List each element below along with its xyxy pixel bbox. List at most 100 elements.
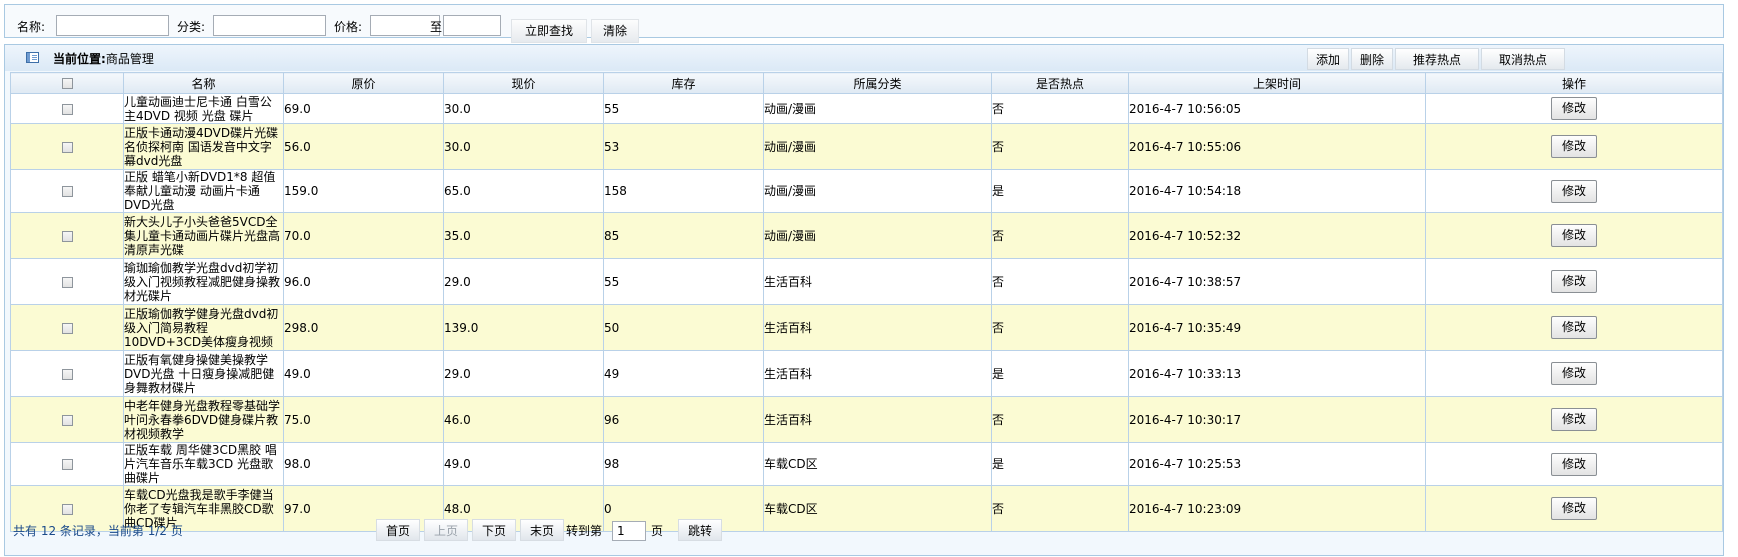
goto-label: 转到第 bbox=[566, 524, 603, 538]
goto-page-input[interactable] bbox=[612, 521, 646, 541]
stock-cell: 98 bbox=[603, 442, 764, 486]
next-page-button[interactable]: 下页 bbox=[472, 519, 516, 541]
table-row: 中老年健身光盘教程零基础学叶问永春拳6DVD健身碟片教材视频教学 75.0 46.0… bbox=[10, 396, 1723, 443]
listed-time-cell: 2016-4-7 10:52:32 bbox=[1128, 212, 1426, 259]
category-cell: 生活百科 bbox=[763, 304, 992, 351]
edit-button[interactable]: 修改 bbox=[1551, 270, 1597, 293]
listed-time-cell: 2016-4-7 10:56:05 bbox=[1128, 93, 1426, 124]
action-cell: 修改 bbox=[1425, 485, 1723, 532]
listed-time-cell: 2016-4-7 10:38:57 bbox=[1128, 258, 1426, 305]
hot-cell: 否 bbox=[991, 123, 1129, 170]
action-cell: 修改 bbox=[1425, 258, 1723, 305]
header-original-price: 原价 bbox=[283, 72, 444, 94]
panel-header: 当前位置:商品管理 添加 删除 推荐热点 取消热点 bbox=[5, 45, 1723, 71]
stock-cell: 55 bbox=[603, 258, 764, 305]
category-cell: 生活百科 bbox=[763, 350, 992, 397]
row-checkbox[interactable] bbox=[61, 141, 73, 153]
table-row: 正版车载 周华健3CD黑胶 唱片汽车音乐车载3CD 光盘歌曲碟片 98.0 49.0… bbox=[10, 442, 1723, 486]
table-row: 儿童动画迪士尼卡通 白雪公主4DVD 视频 光盘 碟片 69.0 30.0 55 动画/… bbox=[10, 93, 1723, 124]
row-checkbox[interactable] bbox=[61, 459, 73, 470]
category-cell: 动画/漫画 bbox=[763, 93, 992, 124]
hot-cell: 否 bbox=[991, 485, 1129, 532]
header-name: 名称 bbox=[123, 72, 284, 94]
select-cell bbox=[10, 123, 124, 170]
action-cell: 修改 bbox=[1425, 123, 1723, 170]
header-stock: 库存 bbox=[603, 72, 764, 94]
category-label: 分类: bbox=[177, 20, 206, 34]
breadcrumb: 当前位置:商品管理 bbox=[53, 50, 154, 67]
select-cell bbox=[10, 350, 124, 397]
row-checkbox[interactable] bbox=[61, 103, 73, 115]
recommend-hot-button[interactable]: 推荐热点 bbox=[1395, 48, 1479, 70]
category-cell: 生活百科 bbox=[763, 258, 992, 305]
stock-cell: 85 bbox=[603, 212, 764, 259]
original-price-cell: 298.0 bbox=[283, 304, 444, 351]
select-all-checkbox[interactable] bbox=[61, 78, 73, 89]
row-checkbox[interactable] bbox=[61, 368, 73, 380]
row-checkbox[interactable] bbox=[61, 322, 73, 334]
current-price-cell: 139.0 bbox=[443, 304, 604, 351]
prev-page-button[interactable]: 上页 bbox=[424, 519, 468, 541]
original-price-cell: 70.0 bbox=[283, 212, 444, 259]
stock-cell: 53 bbox=[603, 123, 764, 170]
search-button[interactable]: 立即查找 bbox=[511, 19, 587, 43]
name-cell: 中老年健身光盘教程零基础学叶问永春拳6DVD健身碟片教材视频教学 bbox=[123, 396, 284, 443]
current-price-cell: 29.0 bbox=[443, 258, 604, 305]
table-row: 瑜珈瑜伽教学光盘dvd初学初级入门视频教程减肥健身操教材光碟片 96.0 29.0 5… bbox=[10, 258, 1723, 305]
table-row: 车载CD光盘我是歌手李健当你老了专辑汽车非黑胶CD歌曲CD碟片 97.0 48.0 0… bbox=[10, 485, 1723, 532]
edit-button[interactable]: 修改 bbox=[1551, 362, 1597, 385]
pager-summary: 共有 12 条记录，当前第 1/2 页 bbox=[13, 524, 183, 538]
last-page-button[interactable]: 末页 bbox=[520, 519, 564, 541]
original-price-cell: 96.0 bbox=[283, 258, 444, 305]
list-icon bbox=[26, 52, 39, 63]
row-checkbox[interactable] bbox=[61, 186, 73, 197]
select-cell bbox=[10, 442, 124, 486]
original-price-cell: 159.0 bbox=[283, 169, 444, 213]
original-price-cell: 49.0 bbox=[283, 350, 444, 397]
listed-time-cell: 2016-4-7 10:54:18 bbox=[1128, 169, 1426, 213]
edit-button[interactable]: 修改 bbox=[1551, 316, 1597, 339]
table-row: 正版 蜡笔小新DVD1*8 超值奉献儿童动漫 动画片卡通DVD光盘 159.0 65… bbox=[10, 169, 1723, 213]
row-checkbox[interactable] bbox=[61, 503, 73, 515]
cancel-hot-button[interactable]: 取消热点 bbox=[1481, 48, 1565, 70]
add-button[interactable]: 添加 bbox=[1307, 48, 1349, 70]
edit-button[interactable]: 修改 bbox=[1551, 408, 1597, 431]
first-page-button[interactable]: 首页 bbox=[376, 519, 420, 541]
hot-cell: 否 bbox=[991, 258, 1129, 305]
table-row: 新大头儿子小头爸爸5VCD全集儿童卡通动画片碟片光盘高清原声光碟 70.0 35.0… bbox=[10, 212, 1723, 259]
edit-button[interactable]: 修改 bbox=[1551, 97, 1597, 120]
stock-cell: 158 bbox=[603, 169, 764, 213]
row-checkbox[interactable] bbox=[61, 414, 73, 426]
clear-button[interactable]: 清除 bbox=[591, 19, 639, 43]
table-header-row: 名称 原价 现价 库存 所属分类 是否热点 上架时间 操作 bbox=[10, 72, 1723, 94]
hot-cell: 是 bbox=[991, 350, 1129, 397]
header-category: 所属分类 bbox=[763, 72, 992, 94]
row-checkbox[interactable] bbox=[61, 276, 73, 288]
hot-cell: 是 bbox=[991, 169, 1129, 213]
price-max-input[interactable] bbox=[443, 15, 501, 36]
header-select-all[interactable] bbox=[10, 72, 124, 94]
edit-button[interactable]: 修改 bbox=[1551, 179, 1597, 203]
listed-time-cell: 2016-4-7 10:35:49 bbox=[1128, 304, 1426, 351]
stock-cell: 55 bbox=[603, 93, 764, 124]
row-checkbox[interactable] bbox=[61, 230, 73, 242]
select-cell bbox=[10, 304, 124, 351]
current-price-cell: 29.0 bbox=[443, 350, 604, 397]
name-input[interactable] bbox=[56, 15, 169, 36]
page-unit-label: 页 bbox=[651, 524, 664, 538]
jump-button[interactable]: 跳转 bbox=[678, 519, 722, 541]
edit-button[interactable]: 修改 bbox=[1551, 497, 1597, 520]
delete-button[interactable]: 删除 bbox=[1351, 48, 1393, 70]
header-current-price: 现价 bbox=[443, 72, 604, 94]
original-price-cell: 56.0 bbox=[283, 123, 444, 170]
edit-button[interactable]: 修改 bbox=[1551, 224, 1597, 247]
edit-button[interactable]: 修改 bbox=[1551, 135, 1597, 158]
edit-button[interactable]: 修改 bbox=[1551, 452, 1597, 476]
category-cell: 生活百科 bbox=[763, 396, 992, 443]
listed-time-cell: 2016-4-7 10:30:17 bbox=[1128, 396, 1426, 443]
current-price-cell: 30.0 bbox=[443, 123, 604, 170]
stock-cell: 50 bbox=[603, 304, 764, 351]
category-input[interactable] bbox=[213, 15, 326, 36]
header-hot: 是否热点 bbox=[991, 72, 1129, 94]
action-cell: 修改 bbox=[1425, 169, 1723, 213]
